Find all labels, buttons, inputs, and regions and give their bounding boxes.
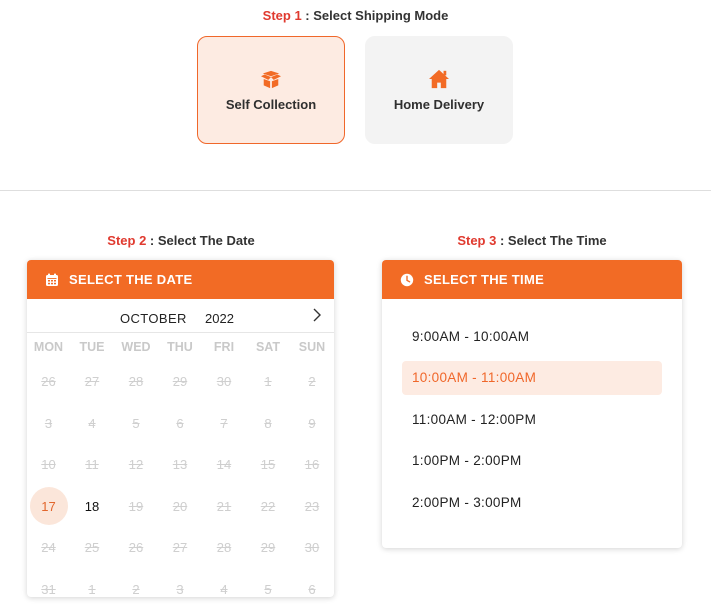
calendar-day: 1: [88, 581, 96, 597]
calendar-day: 3: [44, 415, 53, 431]
weekday-label: WED: [121, 340, 151, 354]
calendar-day: 3: [176, 581, 184, 597]
calendar-day: 30: [304, 540, 320, 556]
calendar-day: 1: [264, 374, 272, 390]
calendar-day: 2: [308, 374, 316, 390]
calendar-week-row: 26 27 28 29 30 1 2: [27, 361, 334, 403]
calendar-icon: [46, 273, 58, 286]
step3-number: Step 3: [457, 233, 497, 248]
time-slot-list: 9:00AM - 10:00AM 10:00AM - 11:00AM 11:00AM…: [382, 299, 682, 519]
step2-number: Step 2: [107, 233, 147, 248]
calendar-day: 15: [260, 457, 276, 473]
weekday-label: FRI: [213, 340, 235, 354]
weekday-label: SUN: [298, 340, 326, 354]
weekday-label: MON: [33, 340, 64, 354]
calendar-grid: 26 27 28 29 30 1 2 3 4 5 6 7 8 9 10 11 12 13 14 15 16 17 18 19 2…: [27, 361, 334, 597]
calendar-nav: OCTOBER 2022: [27, 299, 334, 333]
calendar-day: 27: [84, 374, 100, 390]
calendar-day: 21: [216, 498, 232, 514]
step2-separator: :: [146, 233, 158, 248]
step1-text: Select Shipping Mode: [313, 8, 449, 23]
step2-title: Step 2 : Select The Date: [28, 233, 334, 248]
calendar-day: 9: [308, 415, 316, 431]
home-icon: [429, 69, 449, 88]
calendar-day: 5: [264, 581, 272, 597]
step2-text: Select The Date: [157, 233, 255, 248]
calendar-day: 31: [41, 581, 56, 597]
calendar-month: OCTOBER: [120, 311, 187, 326]
calendar-day: 16: [304, 457, 320, 473]
calendar-day: 8: [264, 415, 272, 431]
step3-separator: :: [496, 233, 508, 248]
step1-number: Step 1: [262, 8, 302, 23]
home-delivery-label: Home Delivery: [393, 96, 485, 112]
home-delivery-option[interactable]: Home Delivery: [365, 36, 513, 144]
self-collection-option[interactable]: Self Collection: [197, 36, 345, 144]
calendar-day: 24: [41, 540, 56, 556]
box-icon: [261, 70, 281, 88]
calendar-day: 26: [41, 374, 56, 390]
time-panel-title: SELECT THE TIME: [424, 272, 545, 287]
calendar-day: 4: [88, 415, 96, 431]
date-panel-header: SELECT THE DATE: [27, 260, 334, 299]
calendar-day: 27: [172, 540, 188, 556]
calendar-day: 14: [216, 457, 232, 473]
calendar-day: 2: [132, 581, 140, 597]
time-picker-panel: SELECT THE TIME 9:00AM - 10:00AM 10:00AM …: [382, 260, 682, 548]
calendar-day: 22: [260, 498, 276, 514]
calendar-day-selected[interactable]: 17: [27, 488, 70, 524]
calendar-day: 13: [172, 457, 188, 473]
calendar-day: 7: [220, 415, 228, 431]
weekday-header: MON TUE WED THU FRI SAT SUN: [27, 333, 334, 361]
step3-text: Select The Time: [507, 233, 607, 248]
weekday-label: THU: [167, 340, 193, 354]
time-slot-selected[interactable]: 10:00AM - 11:00AM: [402, 360, 662, 395]
self-collection-label: Self Collection: [225, 96, 317, 112]
section-divider: [0, 190, 711, 191]
calendar-day: 29: [260, 540, 276, 556]
calendar-day: 30: [216, 374, 232, 390]
calendar-week-row: 31 1 2 3 4 5 6: [27, 569, 334, 598]
calendar-day: 12: [128, 457, 144, 473]
time-slot[interactable]: 11:00AM - 12:00PM: [402, 402, 662, 436]
calendar-day[interactable]: 18: [70, 488, 114, 524]
calendar-day: 28: [128, 374, 144, 390]
calendar-day: 6: [176, 415, 184, 431]
time-slot[interactable]: 1:00PM - 2:00PM: [402, 444, 662, 478]
calendar-day: 26: [128, 540, 144, 556]
calendar-day: 29: [172, 374, 188, 390]
calendar-day: 4: [220, 581, 228, 597]
weekday-label: SAT: [255, 340, 281, 354]
calendar-day: 28: [216, 540, 232, 556]
weekday-label: TUE: [79, 340, 105, 354]
calendar-week-row: 10 11 12 13 14 15 16: [27, 444, 334, 486]
step3-title: Step 3 : Select The Time: [382, 233, 682, 248]
calendar-week-row: 3 4 5 6 7 8 9: [27, 403, 334, 445]
calendar-day: 20: [172, 498, 188, 514]
calendar-day: 5: [132, 415, 140, 431]
calendar-day: 6: [308, 581, 316, 597]
chevron-right-icon[interactable]: [309, 307, 325, 323]
calendar-day: 23: [304, 498, 320, 514]
calendar-day: 11: [85, 457, 99, 473]
date-panel-title: SELECT THE DATE: [69, 272, 193, 287]
calendar-day: 19: [128, 498, 144, 514]
calendar-year: 2022: [205, 311, 234, 326]
clock-icon: [400, 273, 414, 286]
calendar-week-row: 17 18 19 20 21 22 23: [27, 486, 334, 528]
time-panel-header: SELECT THE TIME: [382, 260, 682, 299]
date-picker-panel: SELECT THE DATE OCTOBER 2022 MON TUE WED TH…: [27, 260, 334, 597]
calendar-day: 25: [84, 540, 100, 556]
time-slot[interactable]: 2:00PM - 3:00PM: [402, 485, 662, 519]
calendar-week-row: 24 25 26 27 28 29 30: [27, 527, 334, 569]
step1-separator: :: [301, 8, 314, 23]
step1-title: Step 1 : Select Shipping Mode: [0, 8, 711, 23]
time-slot[interactable]: 9:00AM - 10:00AM: [402, 319, 662, 353]
calendar-day: 10: [41, 457, 56, 473]
